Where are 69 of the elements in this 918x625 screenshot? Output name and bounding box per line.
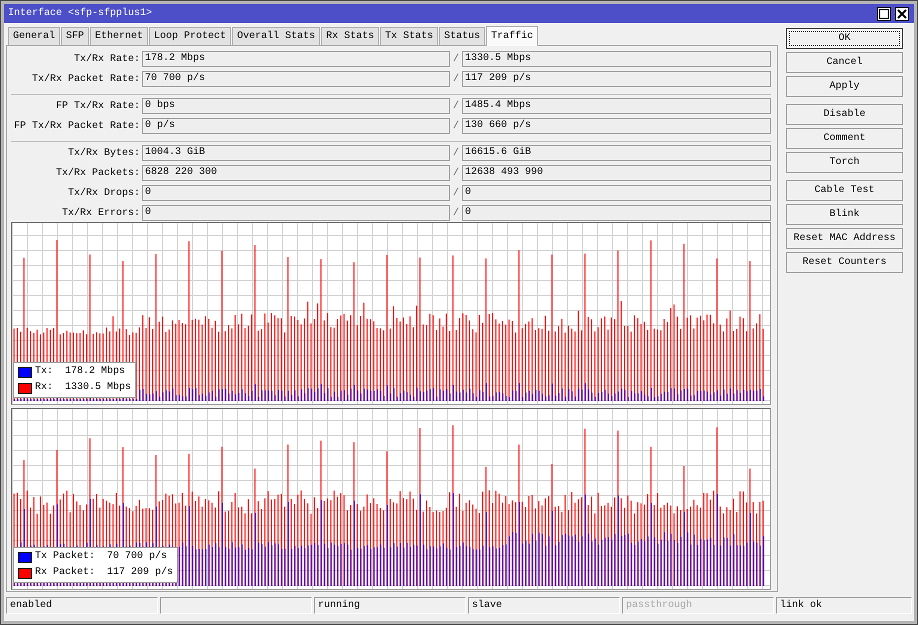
legend-value: 117 209 p/s: [107, 567, 174, 579]
action-button[interactable]: Apply: [786, 76, 903, 97]
maximize-icon: [879, 8, 889, 18]
tab[interactable]: Loop Protect: [149, 27, 232, 45]
legend-value: 70 700 p/s: [107, 551, 168, 563]
rx-value-field[interactable]: 0: [462, 205, 771, 221]
tab[interactable]: SFP: [61, 27, 90, 45]
tab[interactable]: Traffic: [486, 26, 538, 46]
action-button[interactable]: Cable Test: [786, 180, 903, 201]
rx-value-field[interactable]: 117 209 p/s: [462, 71, 771, 87]
tx-value-field[interactable]: 1004.3 GiB: [142, 145, 450, 161]
legend-label: Rx Packet:: [35, 567, 96, 579]
field-label: FP Tx/Rx Packet Rate:: [12, 120, 141, 132]
action-button[interactable]: Reset MAC Address: [786, 228, 903, 249]
action-button[interactable]: Comment: [786, 128, 903, 149]
tab[interactable]: Ethernet: [90, 27, 148, 45]
window-title: Interface <sfp-sfpplus1>: [8, 8, 154, 19]
tx-value-field[interactable]: 0 p/s: [142, 118, 450, 134]
action-button[interactable]: Disable: [786, 104, 903, 125]
tab[interactable]: Tx Stats: [380, 27, 438, 45]
separator-slash: /: [452, 168, 460, 178]
tx-value-field[interactable]: 6828 220 300: [142, 165, 450, 181]
separator-slash: /: [452, 74, 460, 84]
status-cell: running: [314, 597, 466, 614]
rx-value-field[interactable]: 16615.6 GiB: [462, 145, 771, 161]
separator-slash: /: [452, 54, 460, 64]
close-button[interactable]: [895, 6, 909, 20]
field-label: Tx/Rx Drops:: [66, 188, 141, 198]
maximize-button[interactable]: [877, 6, 891, 20]
status-cell: slave: [468, 597, 620, 614]
close-icon: [897, 8, 907, 18]
field-label: Tx/Rx Packet Rate:: [30, 74, 141, 84]
status-cell: link ok: [776, 597, 912, 614]
action-button[interactable]: Cancel: [786, 52, 903, 73]
separator-slash: /: [452, 100, 460, 112]
separator-slash: /: [452, 188, 460, 198]
action-button[interactable]: Blink: [786, 204, 903, 225]
action-button[interactable]: Reset Counters: [786, 252, 903, 273]
tx-value-field[interactable]: 0 bps: [142, 98, 450, 114]
status-cell: passthrough: [622, 597, 774, 614]
tab[interactable]: Status: [439, 27, 486, 45]
tx-value-field[interactable]: 70 700 p/s: [142, 71, 450, 87]
separator-slash: /: [452, 208, 460, 218]
legend-value: 178.2 Mbps: [65, 366, 126, 378]
action-button[interactable]: Torch: [786, 152, 903, 173]
action-button[interactable]: OK: [786, 28, 903, 49]
rx-value-field[interactable]: 1330.5 Mbps: [462, 51, 771, 67]
tab[interactable]: Overall Stats: [232, 27, 320, 45]
tx-value-field[interactable]: 0: [142, 185, 450, 201]
tab[interactable]: Rx Stats: [321, 27, 380, 45]
legend-label: Rx:: [35, 382, 54, 394]
legend-value: 1330.5 Mbps: [65, 382, 132, 394]
field-label: Tx/Rx Errors:: [60, 208, 141, 218]
separator-slash: /: [452, 148, 460, 158]
rx-value-field[interactable]: 12638 493 990: [462, 165, 771, 181]
field-label: Tx/Rx Packets:: [54, 168, 141, 178]
tx-value-field[interactable]: 178.2 Mbps: [142, 51, 450, 67]
rx-value-field[interactable]: 130 660 p/s: [462, 118, 771, 134]
field-label: FP Tx/Rx Rate:: [54, 100, 141, 112]
separator-slash: /: [452, 120, 460, 132]
legend-label: Tx:: [35, 366, 54, 378]
legend-label: Tx Packet:: [35, 551, 96, 563]
rx-value-field[interactable]: 0: [462, 185, 771, 201]
status-cell: enabled: [6, 597, 158, 614]
field-label: Tx/Rx Rate:: [72, 54, 141, 64]
field-label: Tx/Rx Bytes:: [66, 148, 141, 158]
tx-value-field[interactable]: 0: [142, 205, 450, 221]
rx-value-field[interactable]: 1485.4 Mbps: [462, 98, 771, 114]
tab[interactable]: General: [8, 27, 60, 45]
